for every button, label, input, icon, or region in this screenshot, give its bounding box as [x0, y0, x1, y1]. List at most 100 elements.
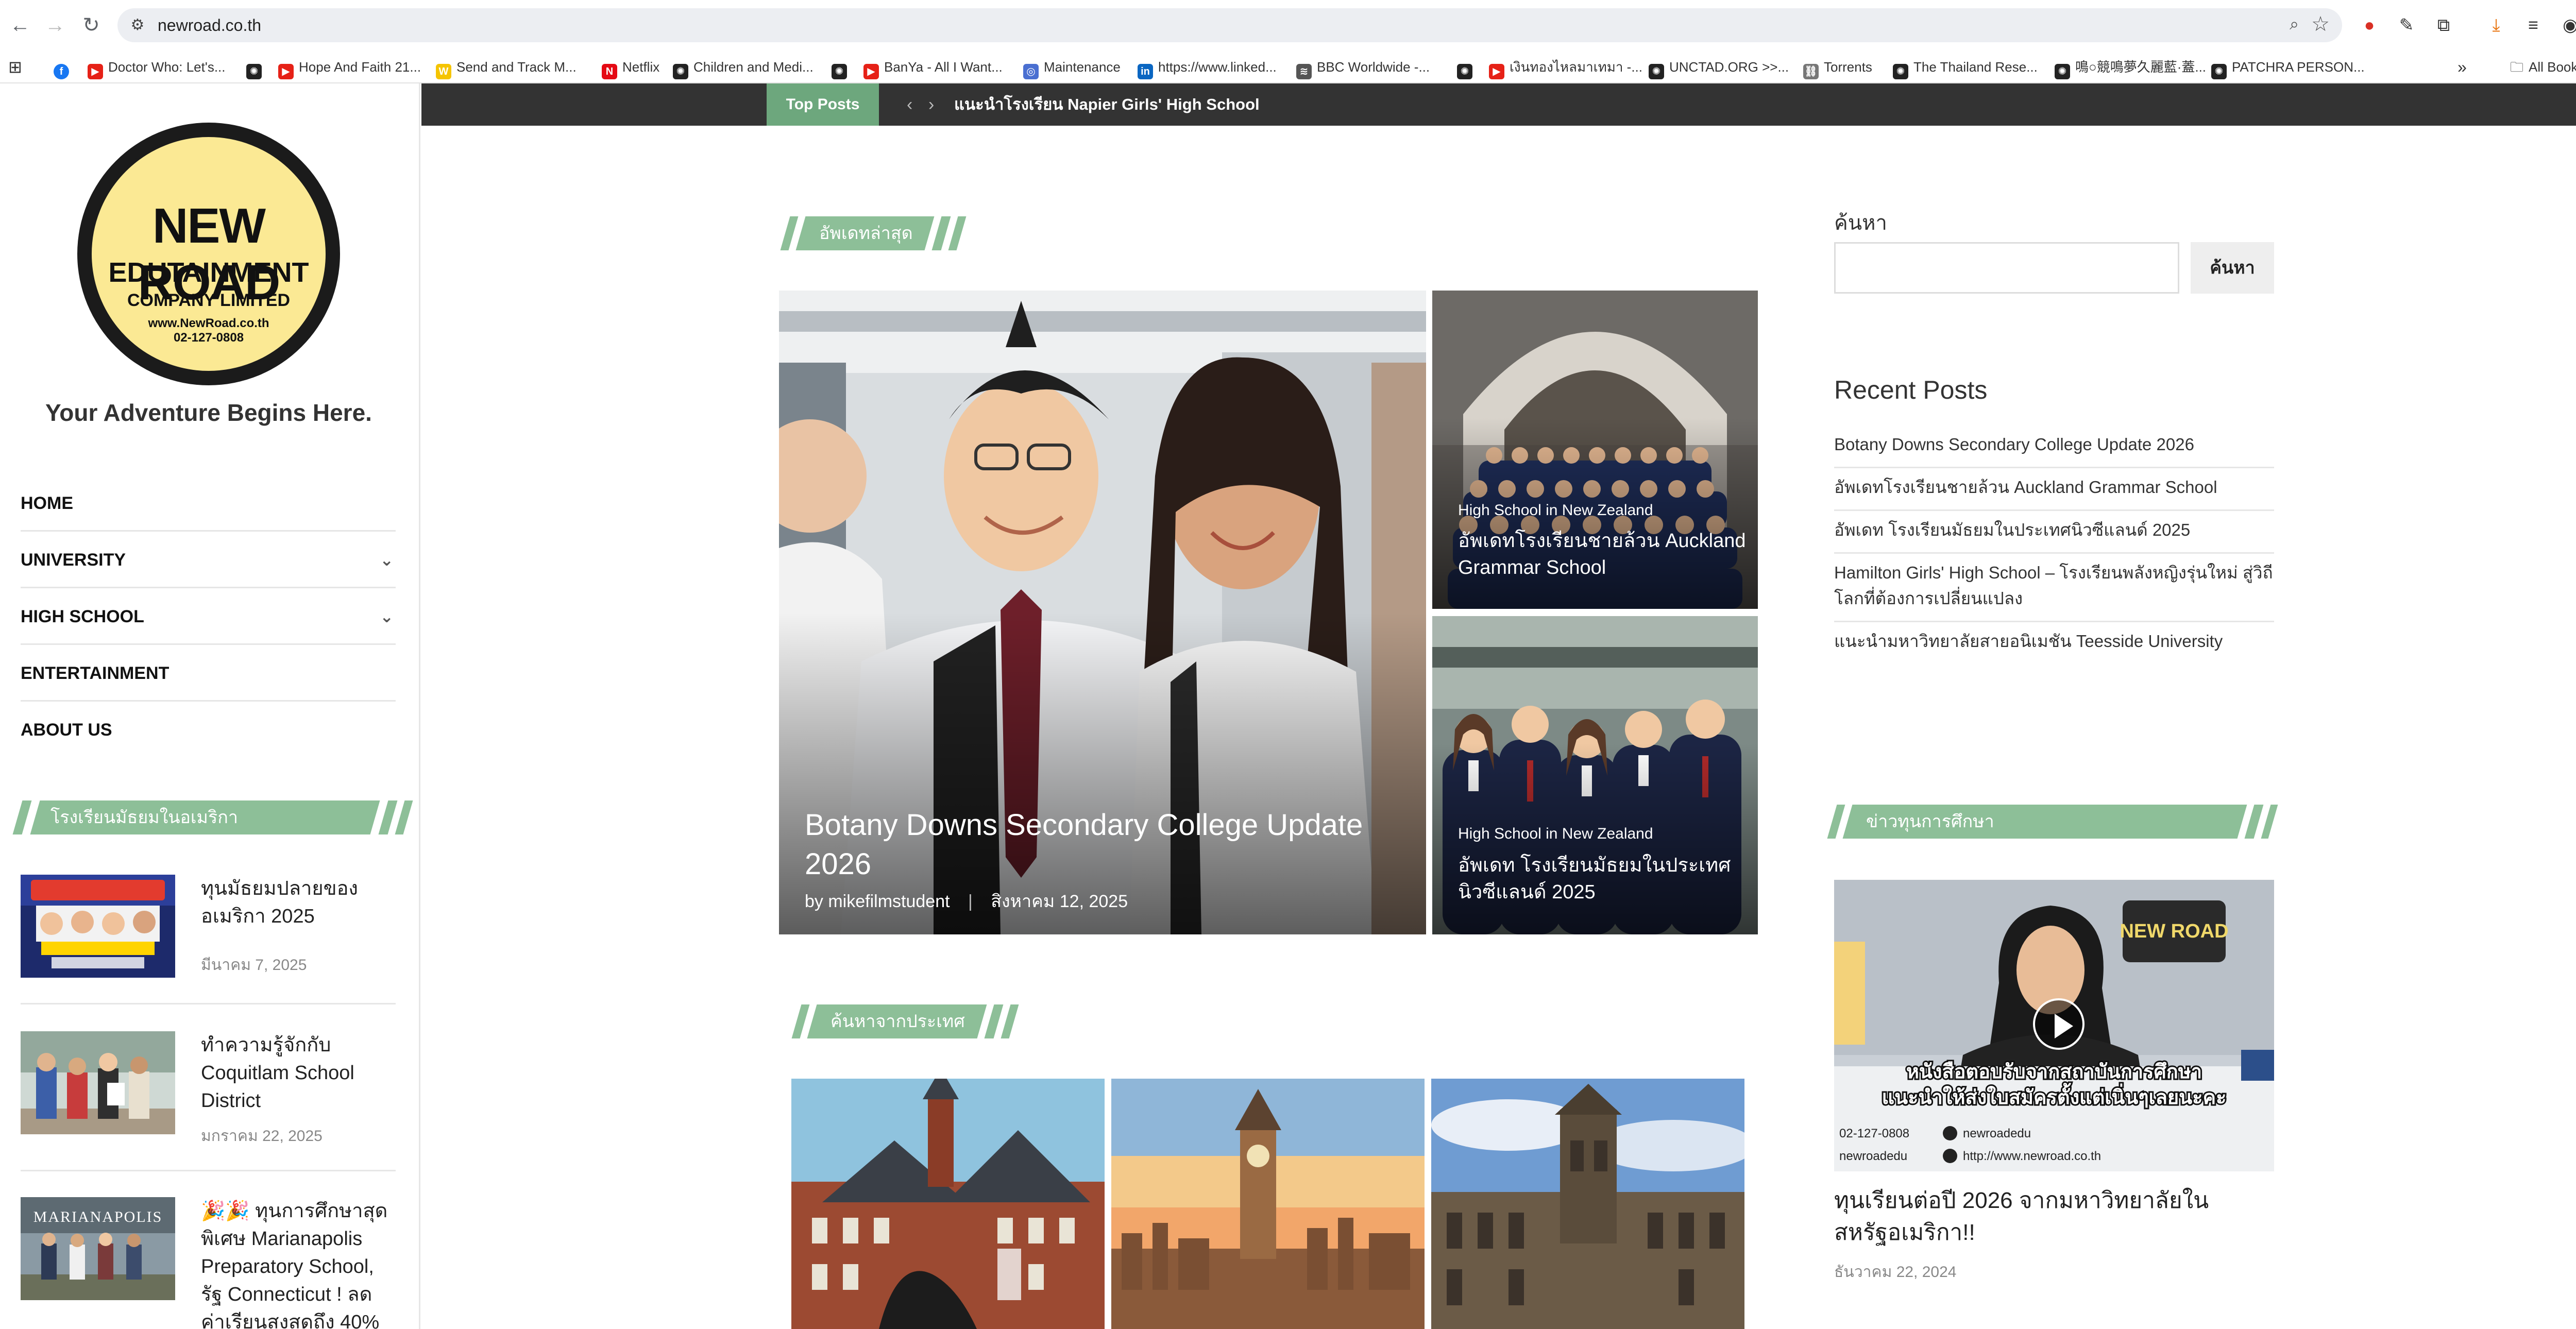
bookmark-item[interactable]: ✺	[1457, 57, 1478, 79]
ticker-prev-button[interactable]: ‹	[907, 83, 912, 126]
recent-post-link[interactable]: Botany Downs Secondary College Update 20…	[1834, 425, 2274, 468]
bookmark-item[interactable]: ◎ Maintenance	[1023, 57, 1121, 79]
country-section-header: ค้นหาจากประเทศ	[791, 1004, 1020, 1038]
featured-post-meta: by mikefilmstudent | สิงหาคม 12, 2025	[805, 892, 1128, 911]
back-button[interactable]: ←	[6, 11, 34, 39]
bookmark-star-icon[interactable]: ☆	[2311, 12, 2330, 36]
bookmark-item[interactable]: ✺ 鳴○競鳴夢久麗藍·蓋...	[2055, 57, 2207, 79]
bookmark-label: 鳴○競鳴夢久麗藍·蓋...	[2075, 59, 2207, 75]
recent-post-link[interactable]: แนะนำมหาวิทยาลัยสายอนิเมชัน Teesside Uni…	[1834, 622, 2274, 663]
featured-post[interactable]: Botany Downs Secondary College Update 20…	[779, 291, 1426, 934]
profile-icon[interactable]: ◉	[2557, 12, 2576, 38]
address-bar[interactable]: ⚙ newroad.co.th ⌕ ☆	[117, 8, 2342, 42]
side-feature-category[interactable]: High School in New Zealand	[1458, 825, 1653, 843]
scholarship-video[interactable]: NEW ROAD หนังสือตอบรับจากสถาบันการศึกษา …	[1834, 880, 2274, 1171]
more-bookmarks-button[interactable]: »	[2458, 57, 2467, 77]
all-bookmarks-button[interactable]: 🗀 All Bookmarks	[2510, 57, 2576, 77]
chevron-down-icon[interactable]: ⌄	[380, 532, 394, 588]
side-feature-post[interactable]: High School in New Zealand อัพเดท โรงเรี…	[1432, 616, 1758, 934]
left-sidebar: NEW ROAD EDUTAINMENT COMPANY LIMITED www…	[0, 83, 420, 1329]
bookmark-item[interactable]: ⛓ Torrents	[1803, 57, 1872, 79]
video-caption-1: หนังสือตอบรับจากสถาบันการศึกษา	[1906, 1060, 2202, 1083]
logo-line-3: COMPANY LIMITED	[127, 291, 291, 310]
extension-icon[interactable]: ●	[2357, 12, 2382, 38]
sidebar-section-header: โรงเรียนมัธยมในอเมริกา	[12, 800, 413, 834]
bookmark-item[interactable]: ▶ Doctor Who: Let's...	[88, 57, 226, 79]
recent-post-link[interactable]: Hamilton Girls' High School – โรงเรียนพล…	[1834, 554, 2274, 622]
bookmark-item[interactable]: ✺	[246, 57, 267, 79]
bookmark-item[interactable]: ≋ BBC Worldwide -...	[1296, 57, 1430, 79]
menu-item-high-school[interactable]: HIGH SCHOOL ⌄	[21, 588, 396, 645]
search-input[interactable]	[1834, 242, 2179, 294]
chatgpt-icon: ✺	[2055, 64, 2070, 79]
sidebar-post[interactable]: ทุนมัธยมปลายของอเมริกา 2025 มีนาคม 7, 20…	[21, 875, 396, 1004]
country-image[interactable]	[791, 1079, 1105, 1329]
sidebar-post[interactable]: ทำความรู้จักกับ Coquitlam School Distric…	[21, 1031, 396, 1171]
bookmark-item[interactable]: N Netflix	[602, 57, 659, 79]
bookmark-item[interactable]: ✺ Children and Medi...	[673, 57, 814, 79]
search-button[interactable]: ค้นหา	[2191, 242, 2274, 294]
wu-icon: W	[436, 64, 451, 79]
country-card-2[interactable]	[1111, 1079, 1425, 1329]
country-image[interactable]	[1431, 1079, 1744, 1329]
apps-icon[interactable]: ⊞	[8, 57, 22, 77]
featured-post-date: สิงหาคม 12, 2025	[991, 892, 1128, 911]
country-image[interactable]	[1111, 1079, 1425, 1329]
chevron-down-icon[interactable]: ⌄	[380, 588, 394, 645]
pen-icon[interactable]: ✎	[2394, 12, 2419, 38]
side-feature-post[interactable]: High School in New Zealand อัพเดทโรงเรีย…	[1432, 291, 1758, 609]
bookmark-item[interactable]: ▶ เงินทองไหลมาเทมา -...	[1489, 57, 1642, 79]
bookmark-item[interactable]: ✺ UNCTAD.ORG >>...	[1649, 57, 1789, 79]
featured-post-author[interactable]: by mikefilmstudent	[805, 892, 950, 911]
side-feature-title[interactable]: อัพเดท โรงเรียนมัธยมในประเทศนิวซีแลนด์ 2…	[1458, 852, 1747, 906]
post-thumbnail[interactable]	[21, 1031, 175, 1134]
menu-label: UNIVERSITY	[21, 550, 126, 570]
bookmark-item[interactable]: W Send and Track M...	[436, 57, 577, 79]
recent-post-link[interactable]: อัพเดทโรงเรียนชายล้วน Auckland Grammar S…	[1834, 468, 2274, 511]
reading-list-icon[interactable]: ≡	[2520, 12, 2546, 38]
video-facebook: newroadedu	[1963, 1127, 2031, 1140]
ticker-next-button[interactable]: ›	[928, 83, 934, 126]
scholarship-video-title[interactable]: ทุนเรียนต่อปี 2026 จากมหาวิทยาลัยในสหรัฐ…	[1834, 1185, 2274, 1249]
post-title[interactable]: 🎉🎉 ทุนการศึกษาสุดพิเศษ Marianapolis Prep…	[201, 1197, 392, 1329]
search-label: ค้นหา	[1834, 212, 1887, 234]
forward-button[interactable]: →	[41, 11, 69, 39]
download-icon[interactable]: ⤓	[2483, 12, 2509, 38]
zoom-icon[interactable]: ⌕	[2290, 14, 2299, 34]
bookmark-item[interactable]: ✺ PATCHRA PERSON...	[2211, 57, 2365, 79]
menu-item-university[interactable]: UNIVERSITY ⌄	[21, 532, 396, 588]
address-url[interactable]: newroad.co.th	[158, 15, 261, 35]
play-icon[interactable]	[2033, 998, 2084, 1050]
recent-posts-title: Recent Posts	[1834, 376, 1988, 404]
menu-item-entertainment[interactable]: ENTERTAINMENT	[21, 645, 396, 702]
bookmark-label: Send and Track M...	[456, 59, 577, 75]
country-card-1[interactable]	[791, 1079, 1105, 1329]
bookmark-item[interactable]: ✺ The Thailand Rese...	[1893, 57, 2038, 79]
reload-button[interactable]: ↻	[77, 11, 105, 39]
menu-item-about-us[interactable]: ABOUT US	[21, 702, 396, 758]
puzzle-icon[interactable]: ⧉	[2431, 12, 2456, 38]
bookmark-item[interactable]: ▶ BanYa - All I Want...	[863, 57, 1003, 79]
post-title[interactable]: ทุนมัธยมปลายของอเมริกา 2025	[201, 875, 392, 930]
sidebar-post[interactable]: MARIANAPOLIS 🎉🎉 ทุนการศึกษาสุดพิเศษ Mari…	[21, 1197, 396, 1329]
menu-item-home[interactable]: HOME	[21, 475, 396, 532]
bookmark-facebook[interactable]: f	[54, 57, 74, 79]
bookmark-item[interactable]: in https://www.linked...	[1138, 57, 1277, 79]
post-thumbnail[interactable]: MARIANAPOLIS	[21, 1197, 175, 1300]
side-feature-title[interactable]: อัพเดทโรงเรียนชายล้วน Auckland Grammar S…	[1458, 527, 1747, 581]
post-title[interactable]: ทำความรู้จักกับ Coquitlam School Distric…	[201, 1031, 392, 1115]
bookmark-label: BanYa - All I Want...	[884, 59, 1003, 75]
side-feature-category[interactable]: High School in New Zealand	[1458, 502, 1653, 519]
ticker-post-link[interactable]: แนะนำโรงเรียน Napier Girls' High School	[954, 83, 1260, 126]
chatgpt-icon: ✺	[832, 64, 847, 79]
bookmark-item[interactable]: ✺	[832, 57, 852, 79]
post-thumbnail[interactable]	[21, 875, 175, 978]
site-info-icon[interactable]: ⚙	[127, 14, 148, 36]
bookmark-item[interactable]: ▶ Hope And Faith 21...	[278, 57, 421, 79]
site-logo[interactable]: NEW ROAD EDUTAINMENT COMPANY LIMITED www…	[77, 123, 340, 385]
scholarship-video-date: ธันวาคม 22, 2024	[1834, 1264, 1957, 1281]
site-tagline: Your Adventure Begins Here.	[45, 399, 372, 426]
recent-post-link[interactable]: อัพเดท โรงเรียนมัธยมในประเทศนิวซีแลนด์ 2…	[1834, 511, 2274, 554]
featured-post-title[interactable]: Botany Downs Secondary College Update 20…	[805, 806, 1382, 884]
country-card-3[interactable]	[1431, 1079, 1744, 1329]
